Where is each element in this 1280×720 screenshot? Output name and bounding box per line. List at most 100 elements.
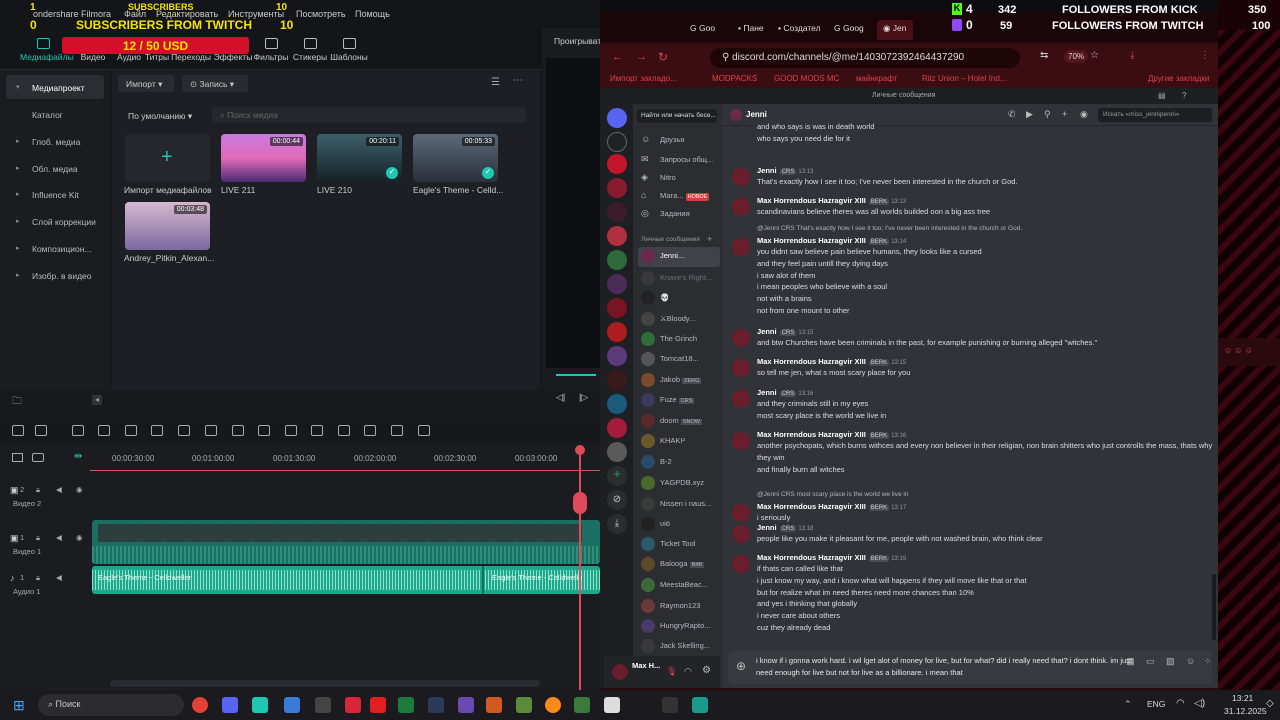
message-author[interactable]: Max Horrendous Hazragvir XIII BERK 13:19 <box>757 553 906 562</box>
text-icon[interactable] <box>205 425 217 436</box>
avatar[interactable] <box>732 168 750 186</box>
discord-home-icon[interactable] <box>607 108 627 128</box>
eye-icon[interactable]: ◉ <box>76 485 83 494</box>
clock-time[interactable]: 13:21 <box>1232 693 1253 703</box>
message-author[interactable]: Jenni CRS 13:16 <box>757 388 813 397</box>
server-icon[interactable] <box>607 346 627 366</box>
add-attachment-icon[interactable]: ⊕ <box>736 659 746 673</box>
menu-view[interactable]: Посмотреть <box>296 9 346 19</box>
tab-panel[interactable]: ▪ Пане <box>732 20 770 40</box>
redo-icon[interactable] <box>98 425 110 436</box>
audio-clip[interactable]: Eagle's Theme - Celldweller Eagle's Them… <box>92 566 600 594</box>
server-icon[interactable] <box>607 132 627 152</box>
playhead-top[interactable] <box>575 445 585 455</box>
play-icon[interactable]: |▷ <box>579 392 588 403</box>
link-icon[interactable] <box>418 425 430 436</box>
dm-item[interactable]: HungryRapto... <box>638 617 720 635</box>
dm-item[interactable]: ʋiö <box>638 515 720 533</box>
message-author[interactable]: Jenni CRS 13:15 <box>757 327 813 336</box>
reload-icon[interactable]: ↻ <box>658 50 668 64</box>
zoom-badge[interactable]: 70% <box>1064 50 1089 63</box>
firefox-icon[interactable] <box>545 697 561 713</box>
apps-icon[interactable]: ⁘ <box>1204 656 1212 667</box>
avatar[interactable] <box>732 329 750 347</box>
notification-icon[interactable]: ◇ <box>1266 698 1274 709</box>
more-icon[interactable]: ⋯ <box>513 75 523 86</box>
avatar[interactable] <box>732 390 750 408</box>
message-author[interactable]: Jenni CRS 13:18 <box>757 523 813 532</box>
avatar[interactable] <box>732 525 750 543</box>
dm-item[interactable]: Tomcat18... <box>638 350 720 368</box>
call-icon[interactable]: ✆ <box>1008 109 1016 120</box>
dm-item[interactable]: Jakob ZERG <box>638 371 720 389</box>
audio-mix-icon[interactable] <box>364 425 376 436</box>
sticker-icon[interactable]: ▧ <box>1166 656 1175 667</box>
eye-icon[interactable]: ◉ <box>76 533 83 542</box>
server-icon[interactable] <box>607 226 627 246</box>
menu-icon[interactable]: ⋮ <box>1200 50 1210 61</box>
dm-item[interactable]: Fuze CRS <box>638 391 720 409</box>
tab-google-2[interactable]: G Goog <box>828 20 870 40</box>
dm-item[interactable]: YAGPDB.xyz <box>638 474 720 492</box>
preview-progress[interactable] <box>556 374 596 376</box>
server-icon[interactable] <box>607 178 627 198</box>
ai-icon[interactable] <box>311 425 323 436</box>
server-icon[interactable] <box>607 202 627 222</box>
search-input[interactable]: ⌕ Поиск медиа <box>212 107 526 123</box>
cut-icon[interactable] <box>151 425 163 436</box>
mute-icon[interactable]: ◀ <box>56 533 62 542</box>
avatar[interactable] <box>732 432 750 450</box>
split-icon[interactable] <box>178 425 190 436</box>
crop-icon[interactable] <box>232 425 244 436</box>
nav-nitro[interactable]: ◈ Nitro <box>638 169 720 187</box>
playhead[interactable] <box>573 446 587 690</box>
reply-preview[interactable]: @Jenni CRS That's exactly how I see it t… <box>757 225 1022 232</box>
tool-templates[interactable]: Шаблоны <box>326 28 372 68</box>
chrome-icon[interactable] <box>192 697 208 713</box>
transform-icon[interactable] <box>258 425 270 436</box>
filter-icon[interactable]: ☰ <box>491 77 500 88</box>
lock-icon[interactable]: 🔒︎ <box>36 573 40 583</box>
explore-icon[interactable]: ⊘ <box>607 490 627 510</box>
message-author[interactable]: Max Horrendous Hazragvir XIII BERK 13:13 <box>757 196 906 205</box>
playhead-handle[interactable] <box>573 492 587 514</box>
server-icon[interactable] <box>607 394 627 414</box>
avatar[interactable] <box>732 555 750 573</box>
chat-scrollbar[interactable] <box>1212 574 1216 640</box>
app-icon[interactable] <box>574 697 590 713</box>
windows-start-icon[interactable]: ⊞ <box>13 697 29 713</box>
media-thumb-andrey-pitkin[interactable]: 00:03:48 <box>125 202 210 250</box>
dm-item[interactable]: doom SNOW <box>638 412 720 430</box>
dm-item[interactable]: Knave's Right... <box>638 269 720 287</box>
import-media-tile[interactable]: + <box>125 134 210 182</box>
record-button[interactable]: ⊙ Запись ▾ <box>182 75 248 92</box>
find-conversation-button[interactable]: Найти или начать бесе... <box>637 109 717 123</box>
language-indicator[interactable]: ENG <box>1147 699 1165 709</box>
message-author[interactable]: Max Horrendous Hazragvir XIII BERK 13:16 <box>757 430 906 439</box>
reply-preview[interactable]: @Jenni CRS most scary place is the world… <box>757 491 908 498</box>
timeline-scrollbar[interactable] <box>110 680 540 687</box>
tab-google-1[interactable]: G Goo <box>684 20 721 40</box>
emoji-icon[interactable]: ☺ <box>1186 656 1195 666</box>
color-icon[interactable] <box>285 425 297 436</box>
explorer-icon[interactable] <box>284 697 300 713</box>
app-icon[interactable] <box>398 697 414 713</box>
server-icon[interactable] <box>607 418 627 438</box>
dm-item[interactable]: ⚔Bloody... <box>638 310 720 328</box>
sidebar-item-image-to-video[interactable]: ▸ Изобр. в видео <box>6 263 104 287</box>
avatar[interactable] <box>732 359 750 377</box>
dm-item[interactable]: Raymon123 <box>638 597 720 615</box>
timeline-ruler[interactable]: 00:00:30:00 00:01:00:00 00:01:30:00 00:0… <box>90 450 600 466</box>
translate-icon[interactable]: ⇆ <box>1040 50 1048 61</box>
bookmark-import[interactable]: Импорт закладо... <box>610 74 677 83</box>
media-thumb-eagles-theme[interactable]: 00:05:33 ✓ <box>413 134 498 182</box>
bookmark-star-icon[interactable]: ☆ <box>1090 50 1099 61</box>
sidebar-item-catalog[interactable]: Каталог <box>6 102 104 126</box>
headset-icon[interactable]: ◠ <box>684 666 692 677</box>
pin-icon[interactable]: ⚲ <box>1044 109 1051 120</box>
server-icon[interactable] <box>607 274 627 294</box>
nav-shop[interactable]: ⌂ Мага... НОВОЕ <box>638 187 720 205</box>
mute-icon[interactable]: ◀ <box>56 573 62 582</box>
new-folder-icon[interactable]: 🗀 <box>12 394 22 411</box>
video-call-icon[interactable]: ▶ <box>1026 109 1033 120</box>
